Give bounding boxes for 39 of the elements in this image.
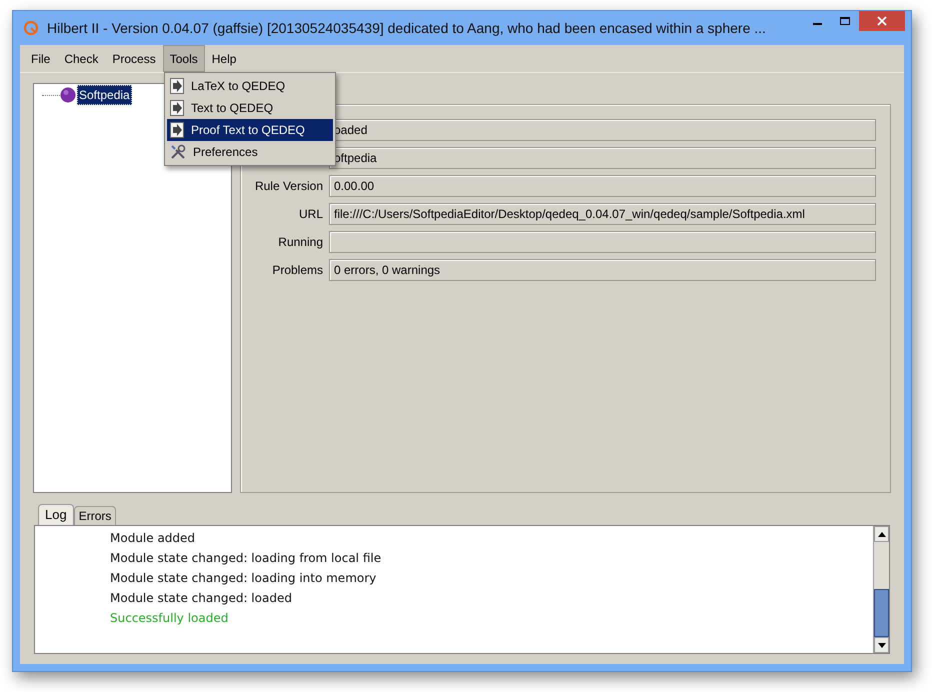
app-logo-icon (23, 20, 39, 36)
log-message: Module state changed: loaded (110, 590, 293, 605)
close-icon (877, 16, 887, 26)
arrow-page-icon (170, 122, 184, 138)
menu-option[interactable]: Proof Text to QEDEQ (167, 119, 333, 141)
read-only-field: 0.00.00 (329, 175, 876, 197)
read-only-field: oftpedia (329, 147, 876, 169)
log-tab[interactable]: Log (38, 504, 74, 525)
log-message: Successfully loaded (110, 610, 230, 625)
menu-item[interactable]: Check (57, 45, 106, 72)
field-label: Problems (272, 262, 323, 279)
tools-icon (170, 144, 186, 160)
log-message: Module state changed: loading from local file (110, 550, 382, 565)
arrow-page-icon (170, 100, 184, 116)
arrow-page-icon (170, 78, 184, 94)
log-tab[interactable]: Errors (74, 506, 116, 525)
scrollbar[interactable] (873, 526, 889, 653)
menu-item[interactable]: File (24, 45, 58, 72)
menu-option[interactable]: LaTeX to QEDEQ (167, 75, 333, 97)
scroll-down-button[interactable] (874, 637, 889, 653)
menu-item[interactable]: Process (105, 45, 163, 72)
close-button[interactable] (859, 11, 905, 31)
field-label: Rule Version (254, 178, 323, 195)
scroll-up-button[interactable] (874, 526, 889, 542)
module-icon (60, 87, 76, 103)
menu-option[interactable]: Text to QEDEQ (167, 97, 333, 119)
down-arrow-icon (878, 642, 886, 648)
menu-item[interactable]: Help (204, 45, 244, 72)
field-label: URL (298, 206, 323, 223)
log-message: Module added (110, 530, 196, 545)
log-message: Module state changed: loading into memory (110, 570, 378, 585)
tree-node-label[interactable]: Softpedia (77, 85, 132, 105)
field-label: Running (278, 234, 323, 251)
window-title: Hilbert II - Version 0.04.07 (gaffsie) [20130524035439] dedicated to Aang, who had been encased within a sphere ... (47, 18, 766, 38)
up-arrow-icon (878, 532, 886, 536)
read-only-field: file:///C:/Users/SoftpediaEditor/Desktop/qedeq_0.04.07_win/qedeq/sample/Softpedia.xml (329, 203, 876, 225)
scroll-thumb[interactable] (874, 589, 889, 637)
read-only-field: 0 errors, 0 warnings (329, 259, 876, 281)
menu-item[interactable]: Tools (162, 45, 205, 72)
